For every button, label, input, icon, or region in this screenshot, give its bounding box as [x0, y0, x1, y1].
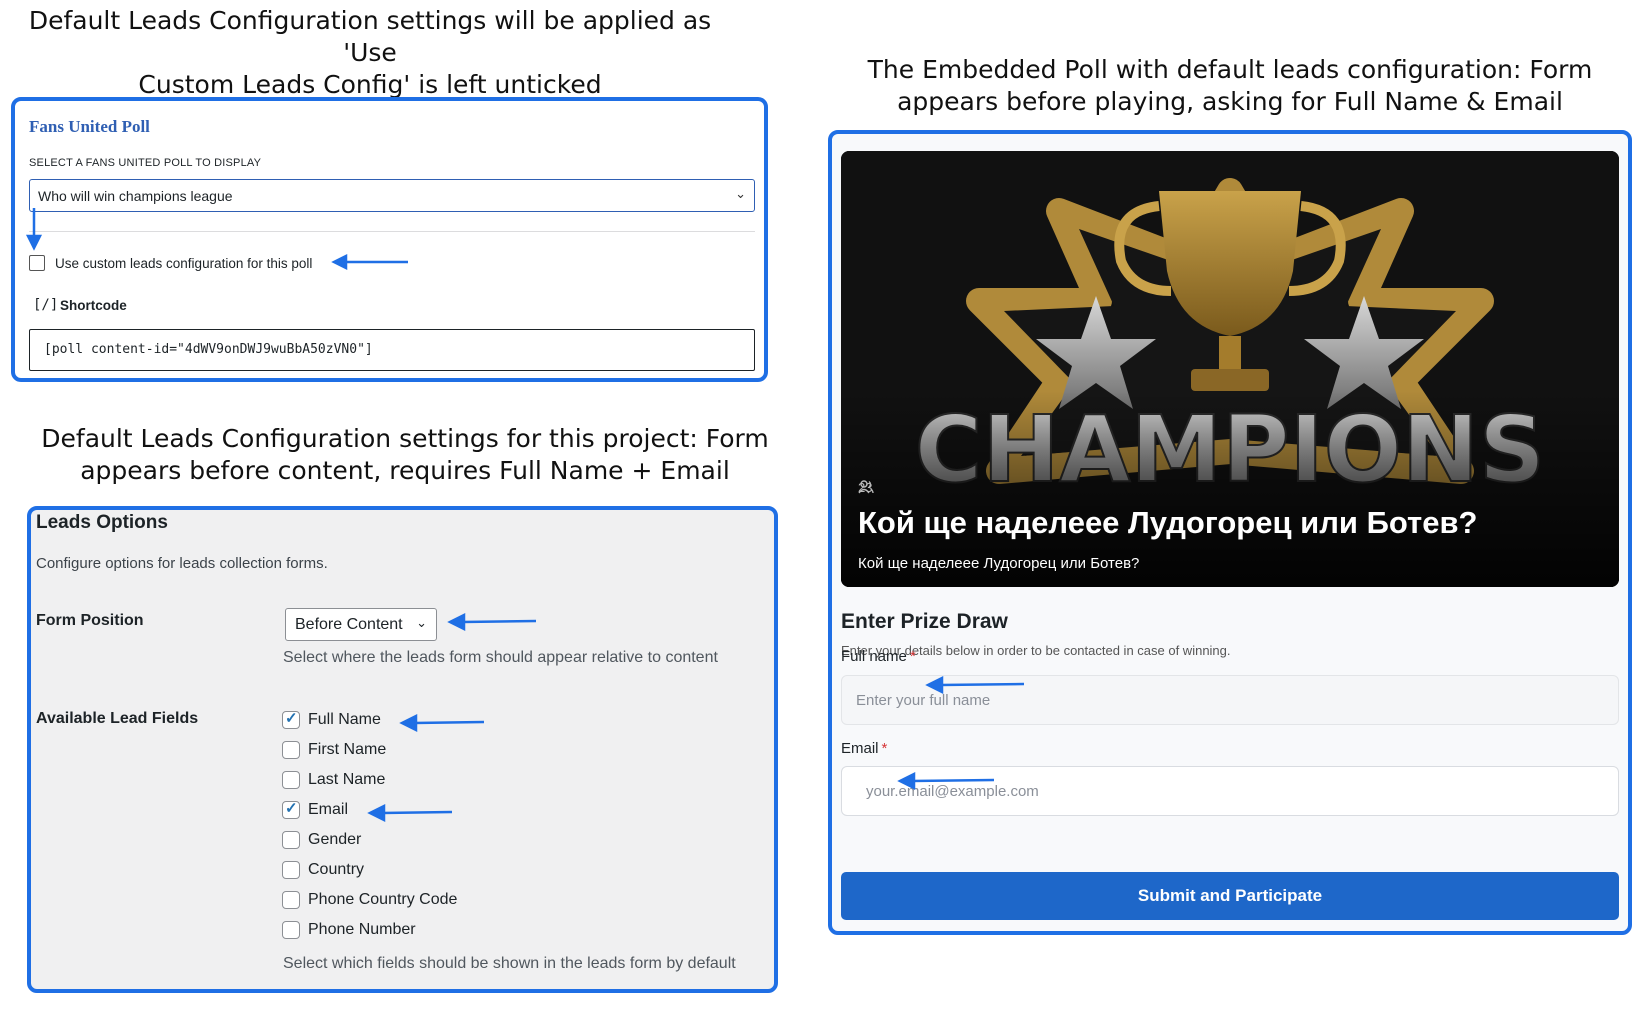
annotation-arrows: [25, 208, 1025, 823]
arrow-left: [939, 682, 1025, 687]
arrow-head: [25, 234, 43, 251]
arrow-head: [331, 253, 348, 271]
arrow-left: [461, 619, 537, 624]
arrow-head: [897, 771, 916, 791]
arrow-head: [367, 803, 386, 823]
arrow-left: [911, 778, 995, 783]
arrow-left: [381, 810, 453, 815]
arrow-head: [447, 612, 466, 632]
arrow-head: [399, 713, 418, 733]
arrow-head: [925, 675, 944, 695]
arrow-left: [413, 720, 485, 725]
